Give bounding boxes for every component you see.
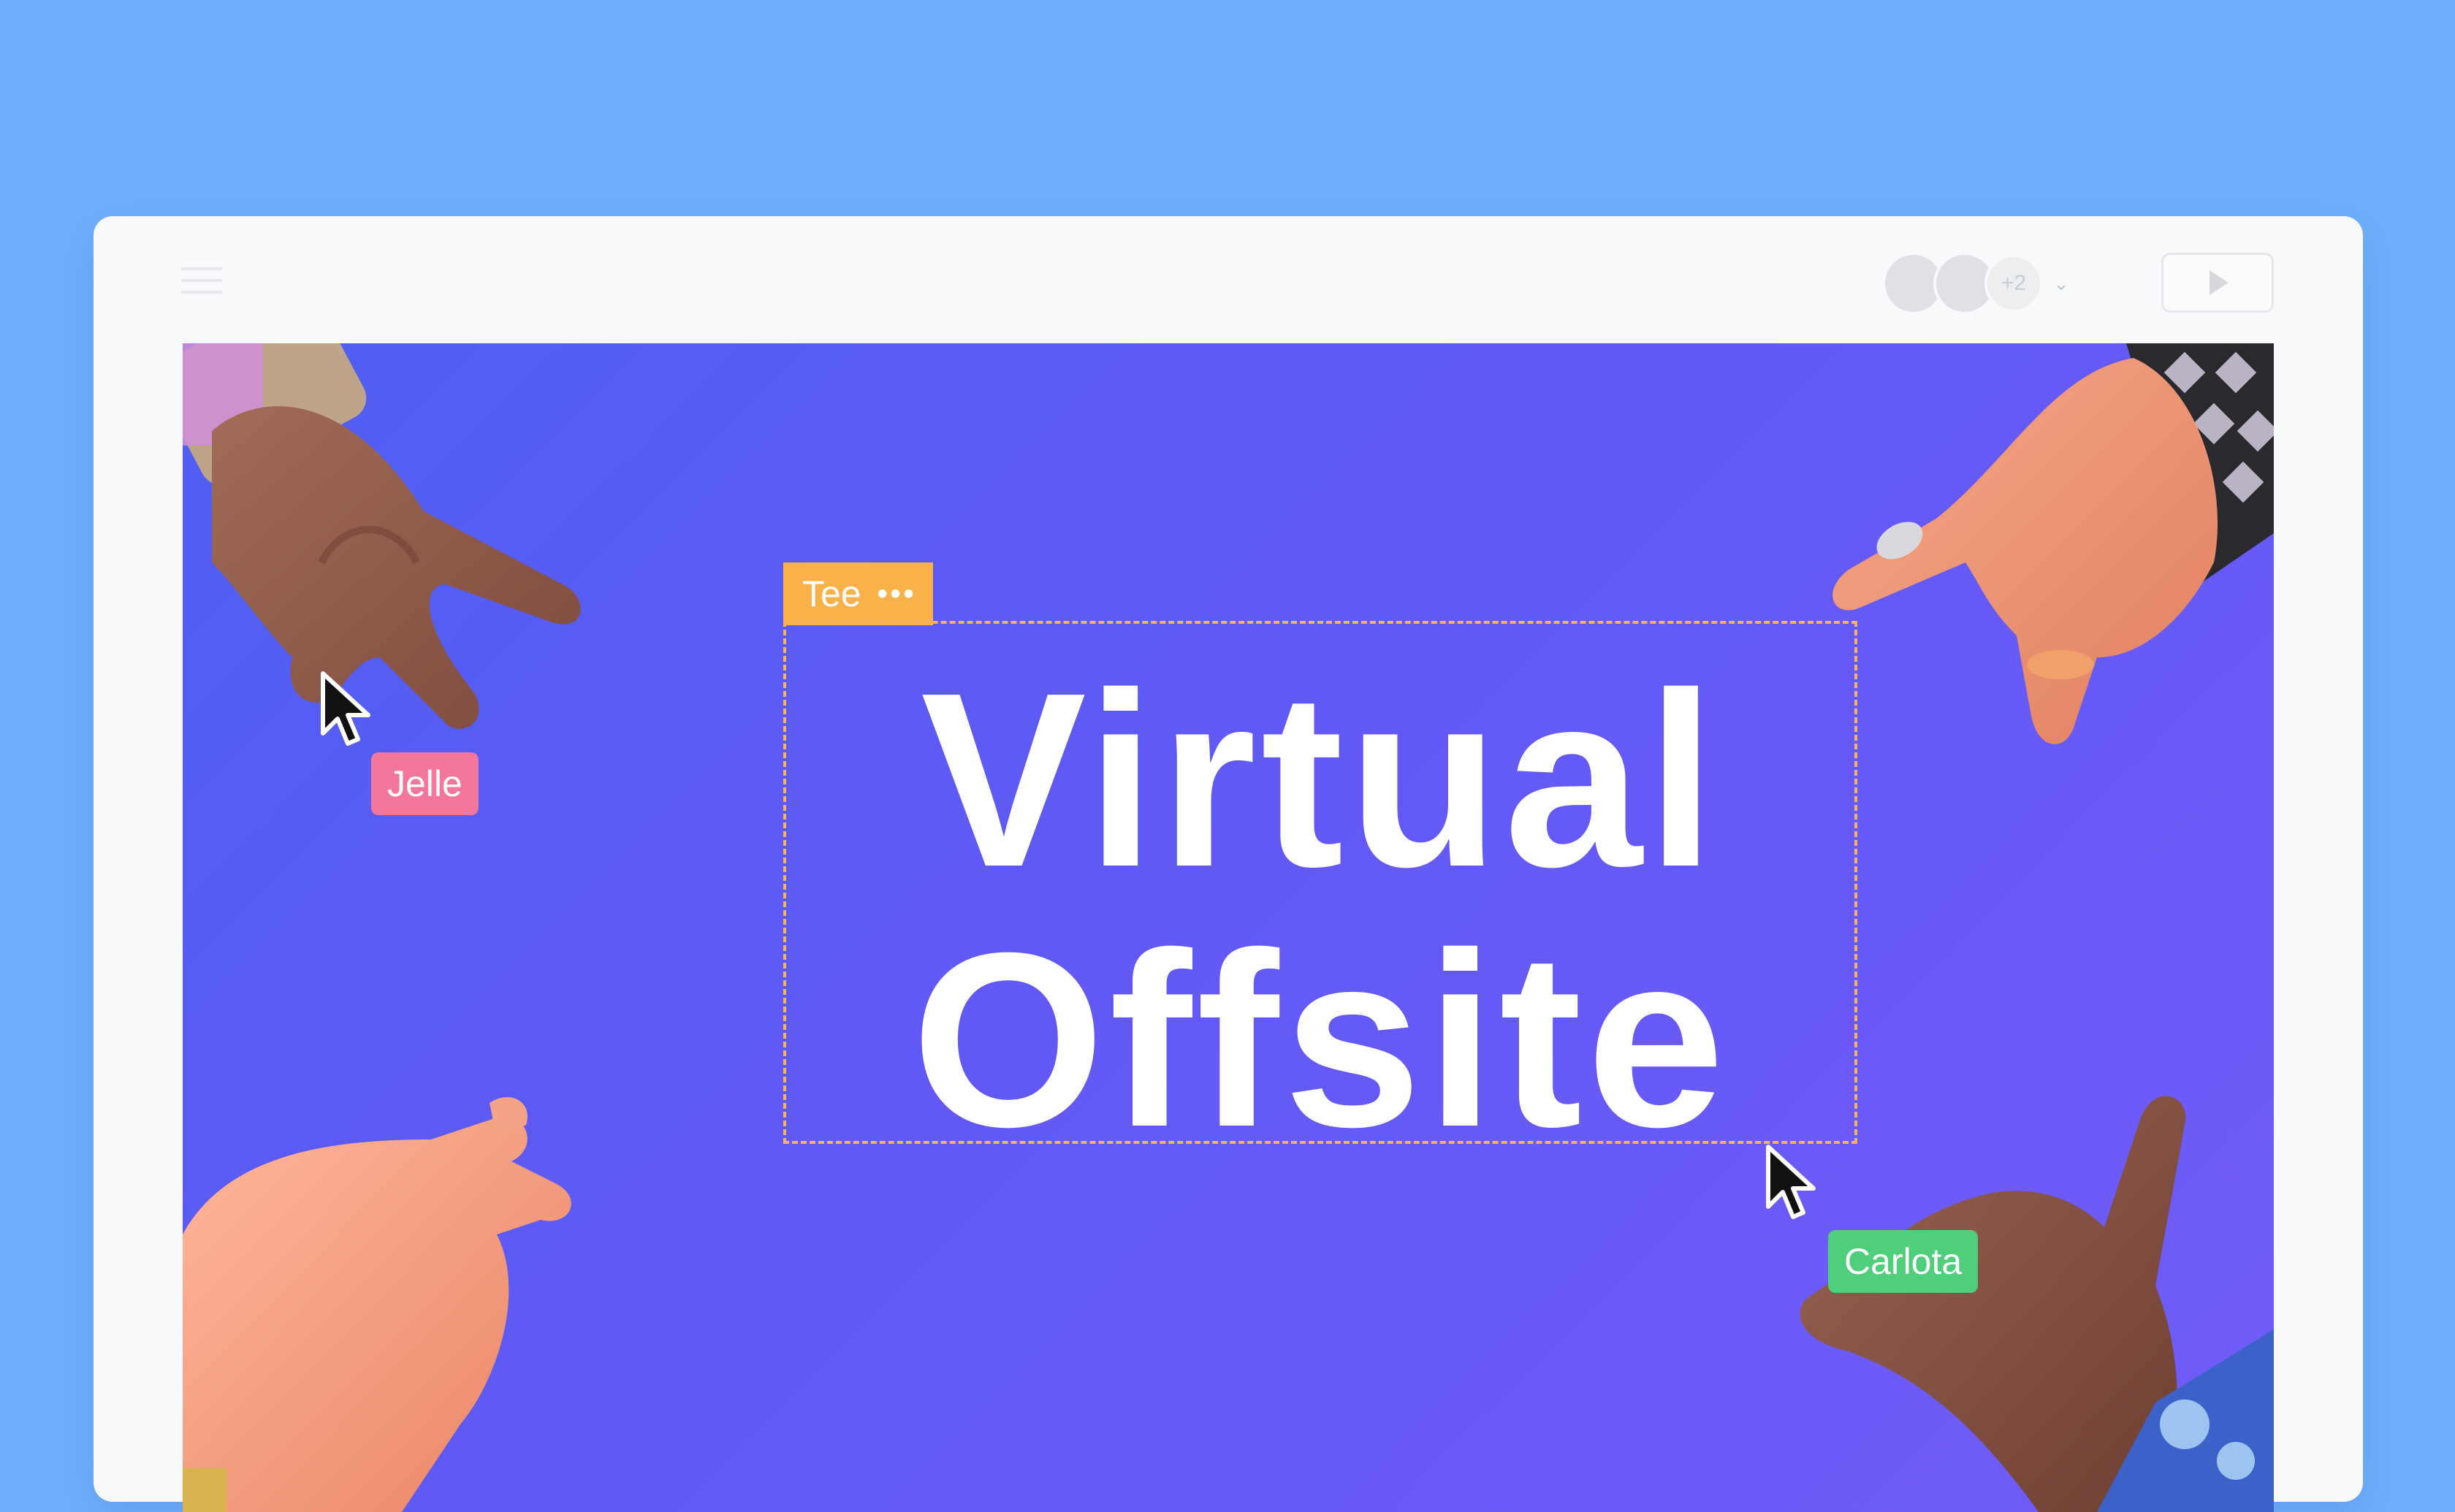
collaborator-cursor-icon xyxy=(1766,1145,1816,1219)
hamburger-menu-icon[interactable] xyxy=(181,264,224,297)
title-text-box[interactable]: Virtual Offsite xyxy=(783,621,1857,1170)
selection-user-label: Tee xyxy=(802,573,861,614)
hand-illustration-top-right xyxy=(1832,343,2274,744)
slide-canvas[interactable]: Tee ••• Virtual Offsite Jelle Carlota xyxy=(183,343,2274,1512)
title-line-2: Offsite xyxy=(911,901,1729,1179)
present-button[interactable] xyxy=(2161,253,2274,313)
avatars-more-count[interactable]: +2 xyxy=(1984,254,2043,313)
chevron-down-icon[interactable]: ⌄ xyxy=(2053,272,2069,295)
play-icon xyxy=(2210,270,2228,295)
slide-title: Virtual Offsite xyxy=(786,650,1854,1170)
collaborator-avatars[interactable]: +2 ⌄ xyxy=(1882,252,2069,315)
collaborator-name: Jelle xyxy=(387,763,463,804)
title-line-1: Virtual xyxy=(921,641,1720,919)
selection-user-tag[interactable]: Tee ••• xyxy=(783,562,933,625)
hand-illustration-top-left xyxy=(183,343,581,729)
hand-illustration-bottom-left xyxy=(183,1096,571,1512)
more-options-icon[interactable]: ••• xyxy=(878,578,917,611)
collaborator-cursor-icon xyxy=(321,671,370,746)
collaborator-name: Carlota xyxy=(1844,1241,1963,1282)
collaborator-name-tag: Jelle xyxy=(371,752,479,815)
collaborator-name-tag: Carlota xyxy=(1828,1230,1979,1293)
presentation-window: +2 ⌄ Tee ••• Virtual Offsite Jelle Carlo… xyxy=(94,216,2363,1512)
